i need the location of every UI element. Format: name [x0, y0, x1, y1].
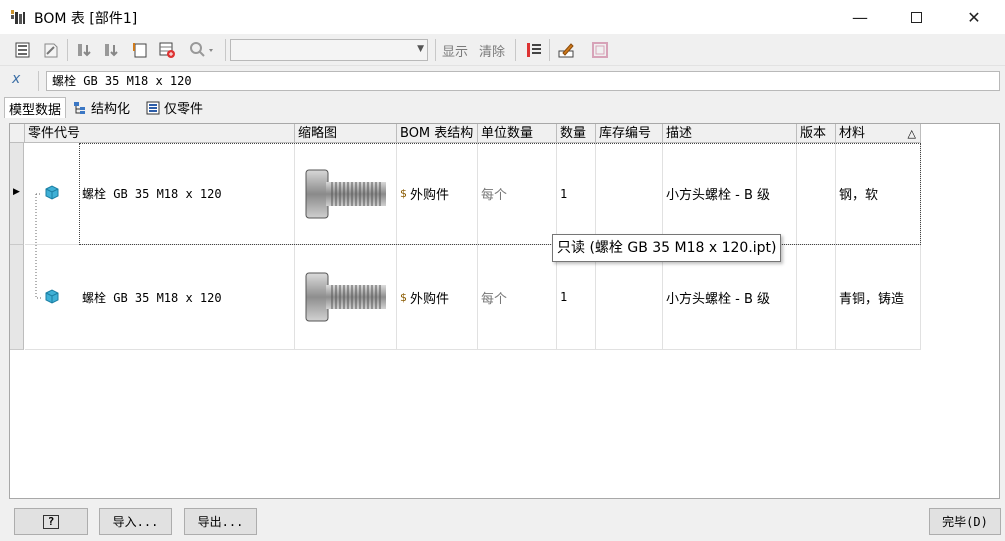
stock-number-cell[interactable]: [596, 143, 663, 245]
column-chooser-button[interactable]: [522, 38, 546, 62]
material-cell[interactable]: 青铜，铸造: [836, 245, 921, 350]
view-options-button[interactable]: [11, 38, 35, 62]
flag-icon: [133, 43, 147, 58]
help-icon: ?: [43, 514, 59, 529]
bom-app-icon: [11, 10, 25, 24]
header-corner[interactable]: [10, 124, 25, 143]
window-title: BOM 表 [部件1]: [34, 11, 138, 27]
tab-label: 结构化: [91, 102, 131, 117]
sort-ascending-icon: △: [907, 127, 916, 140]
title-bar: BOM 表 [部件1] — ✕: [0, 0, 1005, 34]
bom-structure-cell[interactable]: $ 外购件: [397, 245, 478, 350]
column-header-revision[interactable]: 版本: [797, 124, 836, 143]
description-cell[interactable]: 小方头螺栓 - B 级: [663, 143, 797, 245]
fx-icon[interactable]: x: [12, 71, 20, 87]
bom-structure-cell[interactable]: $ 外购件: [397, 143, 478, 245]
bolt-thumbnail-icon: [305, 169, 386, 218]
column-header-bom-structure[interactable]: BOM 表结构: [397, 124, 478, 143]
column-header-material-label: 材料: [839, 126, 866, 141]
import-button[interactable]: 导入...: [99, 508, 172, 535]
tree-cell: [25, 245, 79, 350]
part-number-cell[interactable]: 螺栓 GB 35 M18 x 120: [79, 143, 295, 245]
toolbar-separator: [225, 39, 226, 61]
unit-qty-cell[interactable]: 每个: [478, 245, 557, 350]
maximize-icon: [910, 11, 922, 23]
renumber-button[interactable]: [155, 38, 179, 62]
find-dropdown-button[interactable]: [183, 38, 219, 62]
column-header-material[interactable]: 材料 △: [836, 124, 921, 143]
sort-up-icon: [78, 44, 91, 57]
formula-bar: x 螺栓 GB 35 M18 x 120: [0, 67, 1005, 95]
tab-model-data[interactable]: 模型数据: [4, 97, 67, 118]
thumbnail-cell: [295, 143, 397, 245]
tree-connector-icon: [35, 245, 59, 304]
export-button[interactable]: 导出...: [184, 508, 257, 535]
done-button[interactable]: 完毕(D): [929, 508, 1001, 535]
column-header-part-number[interactable]: 零件代号: [25, 124, 295, 143]
item-numbers-button[interactable]: [128, 38, 152, 62]
column-header-qty[interactable]: 数量: [557, 124, 596, 143]
toolbar-separator: [549, 39, 550, 61]
read-only-tooltip: 只读 (螺栓 GB 35 M18 x 120.ipt): [552, 234, 781, 262]
minimize-button[interactable]: —: [837, 0, 883, 34]
qty-cell[interactable]: 1: [557, 143, 596, 245]
close-button[interactable]: ✕: [951, 0, 997, 34]
bom-structure-value: 外购件: [410, 291, 450, 307]
column-header-thumbnail[interactable]: 缩略图: [295, 124, 397, 143]
bolt-thumbnail-icon: [305, 272, 386, 322]
tab-label: 模型数据: [9, 102, 62, 118]
column-header-description[interactable]: 描述: [663, 124, 797, 143]
purchased-part-icon: $: [400, 290, 407, 304]
row-selector[interactable]: [10, 245, 24, 350]
filter-combo[interactable]: ▼: [230, 39, 428, 61]
minimize-icon: —: [852, 7, 868, 27]
pencil-icon: [558, 43, 574, 58]
tab-label: 仅零件: [164, 102, 204, 117]
column-header-unit-qty[interactable]: 单位数量: [478, 124, 557, 143]
bom-structure-value: 外购件: [410, 188, 450, 203]
purchased-part-icon: $: [400, 187, 407, 200]
list-icon: [146, 101, 160, 114]
toolbar-separator: [435, 39, 436, 61]
maximize-button[interactable]: [893, 0, 939, 34]
sort-ascending-button[interactable]: [73, 38, 97, 62]
clear-button[interactable]: 清除: [479, 41, 505, 60]
formula-separator: [38, 71, 39, 91]
view-tabs: 模型数据 结构化 仅零件: [0, 96, 1005, 118]
disabled-tool-button[interactable]: [588, 38, 612, 62]
column-header-stock-number[interactable]: 库存编号: [596, 124, 663, 143]
sort-descending-button[interactable]: [100, 38, 124, 62]
tree-connector-icon: [35, 185, 59, 244]
thumbnail-cell: [295, 245, 397, 350]
material-cell[interactable]: 钢，软: [836, 143, 921, 245]
row-selector[interactable]: ▶: [10, 143, 24, 245]
tab-structured[interactable]: 结构化: [69, 97, 134, 118]
tab-parts-only[interactable]: 仅零件: [142, 97, 207, 118]
bom-grid: 零件代号 缩略图 BOM 表结构 单位数量 数量 库存编号 描述 版本 材料 △…: [9, 123, 1000, 499]
search-icon: [190, 42, 213, 57]
unit-qty-cell[interactable]: 每个: [478, 143, 557, 245]
tree-cell: [25, 143, 79, 245]
structure-icon: [74, 101, 85, 114]
close-icon: ✕: [967, 7, 981, 27]
document-icon: [44, 43, 58, 58]
frame-icon: [592, 42, 608, 58]
toolbar: ▼ 显示 清除: [0, 34, 1005, 66]
toolbar-separator: [515, 39, 516, 61]
sort-down-icon: [105, 44, 118, 57]
chevron-down-icon: ▼: [417, 44, 424, 54]
help-button[interactable]: ?: [14, 508, 88, 535]
current-row-icon: ▶: [13, 187, 20, 197]
part-number-cell[interactable]: 螺栓 GB 35 M18 x 120: [79, 245, 295, 350]
edit-property-button[interactable]: [554, 38, 578, 62]
grid-plus-icon: [159, 42, 175, 58]
toolbar-separator: [67, 39, 68, 61]
revision-cell[interactable]: [797, 245, 836, 350]
columns-icon: [527, 43, 541, 57]
table-icon: [15, 42, 30, 58]
show-button[interactable]: 显示: [442, 41, 468, 60]
value-input[interactable]: 螺栓 GB 35 M18 x 120: [46, 71, 1000, 91]
export-button[interactable]: [38, 38, 62, 62]
revision-cell[interactable]: [797, 143, 836, 245]
